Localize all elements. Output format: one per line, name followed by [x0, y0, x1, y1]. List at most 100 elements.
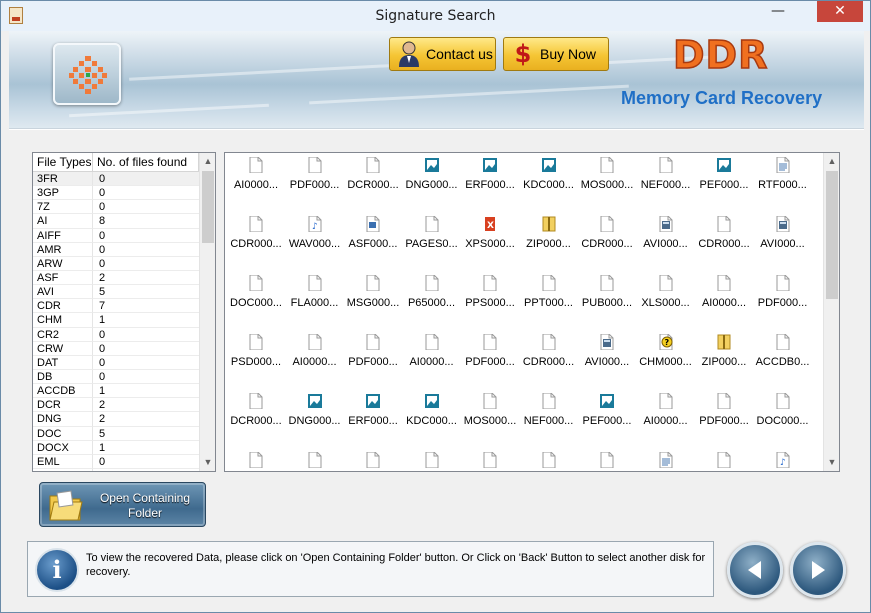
- table-row[interactable]: 3FR 0: [33, 172, 199, 187]
- file-item[interactable]: ZIP000...: [695, 330, 753, 386]
- file-item[interactable]: AVI000...: [637, 212, 695, 268]
- table-row[interactable]: CRW 0: [33, 341, 199, 356]
- file-item[interactable]: [520, 448, 578, 471]
- table-row[interactable]: EML 0: [33, 454, 199, 469]
- file-item[interactable]: PDF000...: [286, 153, 344, 209]
- file-item[interactable]: ASF000...: [344, 212, 402, 268]
- table-row[interactable]: 3GP 0: [33, 186, 199, 201]
- file-item[interactable]: PUB000...: [578, 271, 636, 327]
- table-row[interactable]: DAT 0: [33, 355, 199, 370]
- file-item[interactable]: ZIP000...: [520, 212, 578, 268]
- buy-now-button[interactable]: $ Buy Now: [503, 37, 609, 71]
- file-item[interactable]: DOC000...: [227, 271, 285, 327]
- file-item[interactable]: KDC000...: [520, 153, 578, 209]
- file-item[interactable]: CDR000...: [520, 330, 578, 386]
- file-item[interactable]: KDC000...: [403, 389, 461, 445]
- file-item[interactable]: ? CHM000...: [637, 330, 695, 386]
- table-scrollbar[interactable]: ▲ ▼: [199, 153, 215, 471]
- file-item[interactable]: AI0000...: [637, 389, 695, 445]
- table-row[interactable]: AVI 5: [33, 285, 199, 300]
- file-item[interactable]: PAGES0...: [403, 212, 461, 268]
- minimize-button[interactable]: —: [765, 4, 791, 23]
- file-item[interactable]: DOC000...: [754, 389, 812, 445]
- files-scrollbar[interactable]: ▲ ▼: [823, 153, 839, 471]
- table-row[interactable]: ASF 2: [33, 270, 199, 286]
- file-item[interactable]: [286, 448, 344, 471]
- table-row[interactable]: AMR 0: [33, 242, 199, 257]
- file-item[interactable]: [344, 448, 402, 471]
- file-item[interactable]: AVI000...: [754, 212, 812, 268]
- file-item[interactable]: AVI000...: [578, 330, 636, 386]
- back-button[interactable]: [727, 542, 783, 598]
- file-item[interactable]: NEF000...: [637, 153, 695, 209]
- file-item[interactable]: AI0000...: [227, 153, 285, 209]
- file-item[interactable]: [461, 448, 519, 471]
- contact-us-button[interactable]: Contact us: [389, 37, 496, 71]
- file-item[interactable]: ERF000...: [344, 389, 402, 445]
- open-containing-folder-button[interactable]: Open Containing Folder: [39, 482, 206, 527]
- file-item[interactable]: CDR000...: [578, 212, 636, 268]
- table-row[interactable]: AI 8: [33, 214, 199, 229]
- file-item[interactable]: X XPS000...: [461, 212, 519, 268]
- file-item[interactable]: MSG000...: [344, 271, 402, 327]
- file-item[interactable]: PDF000...: [461, 330, 519, 386]
- file-item[interactable]: PDF000...: [344, 330, 402, 386]
- file-item[interactable]: DCR000...: [227, 389, 285, 445]
- file-item[interactable]: DCR000...: [344, 153, 402, 209]
- file-item[interactable]: XLS000...: [637, 271, 695, 327]
- column-header-files-found[interactable]: No. of files found: [93, 153, 199, 172]
- file-item[interactable]: MOS000...: [578, 153, 636, 209]
- table-row[interactable]: CHM 1: [33, 313, 199, 328]
- file-item[interactable]: AI0000...: [286, 330, 344, 386]
- table-row[interactable]: DOCX 1: [33, 440, 199, 455]
- table-row[interactable]: DB 0: [33, 369, 199, 385]
- table-row[interactable]: AIFF 0: [33, 228, 199, 243]
- file-item[interactable]: P65000...: [403, 271, 461, 327]
- file-item[interactable]: CDR000...: [227, 212, 285, 268]
- next-button[interactable]: [790, 542, 846, 598]
- scroll-down-arrow[interactable]: ▼: [824, 454, 839, 471]
- file-item[interactable]: PSD000...: [227, 330, 285, 386]
- file-item[interactable]: ERF000...: [461, 153, 519, 209]
- table-row[interactable]: DCR 2: [33, 398, 199, 413]
- file-item[interactable]: AI0000...: [403, 330, 461, 386]
- file-item[interactable]: [637, 448, 695, 471]
- file-item[interactable]: PPT000...: [520, 271, 578, 327]
- file-item[interactable]: AI0000...: [695, 271, 753, 327]
- table-row[interactable]: EPS0: [33, 468, 199, 471]
- scroll-up-arrow[interactable]: ▲: [824, 153, 839, 170]
- file-item[interactable]: DNG000...: [403, 153, 461, 209]
- file-item[interactable]: PPS000...: [461, 271, 519, 327]
- file-item[interactable]: PEF000...: [578, 389, 636, 445]
- table-row[interactable]: DOC 5: [33, 426, 199, 441]
- file-item[interactable]: PDF000...: [754, 271, 812, 327]
- file-item[interactable]: [695, 448, 753, 471]
- table-row[interactable]: CDR 7: [33, 299, 199, 314]
- file-item[interactable]: MOS000...: [461, 389, 519, 445]
- table-row[interactable]: DNG 2: [33, 412, 199, 427]
- column-header-file-types[interactable]: File Types: [33, 153, 93, 172]
- info-icon[interactable]: i: [35, 548, 79, 592]
- file-item[interactable]: PDF000...: [695, 389, 753, 445]
- file-item[interactable]: CDR000...: [695, 212, 753, 268]
- file-item[interactable]: PEF000...: [695, 153, 753, 209]
- scroll-thumb[interactable]: [202, 171, 214, 243]
- file-item[interactable]: [578, 448, 636, 471]
- file-item[interactable]: ACCDB0...: [754, 330, 812, 386]
- file-item[interactable]: [227, 448, 285, 471]
- table-row[interactable]: ACCDB 1: [33, 384, 199, 399]
- file-item[interactable]: [403, 448, 461, 471]
- file-item[interactable]: FLA000...: [286, 271, 344, 327]
- file-item[interactable]: ♪: [754, 448, 812, 471]
- scroll-down-arrow[interactable]: ▼: [200, 454, 215, 471]
- file-item[interactable]: RTF000...: [754, 153, 812, 209]
- file-item[interactable]: DNG000...: [286, 389, 344, 445]
- close-button[interactable]: ✕: [817, 1, 863, 22]
- file-item[interactable]: NEF000...: [520, 389, 578, 445]
- table-row[interactable]: ARW 0: [33, 256, 199, 271]
- scroll-up-arrow[interactable]: ▲: [200, 153, 215, 170]
- file-item[interactable]: ♪ WAV000...: [286, 212, 344, 268]
- scroll-thumb[interactable]: [826, 171, 838, 299]
- table-row[interactable]: CR2 0: [33, 327, 199, 342]
- table-row[interactable]: 7Z 0: [33, 200, 199, 215]
